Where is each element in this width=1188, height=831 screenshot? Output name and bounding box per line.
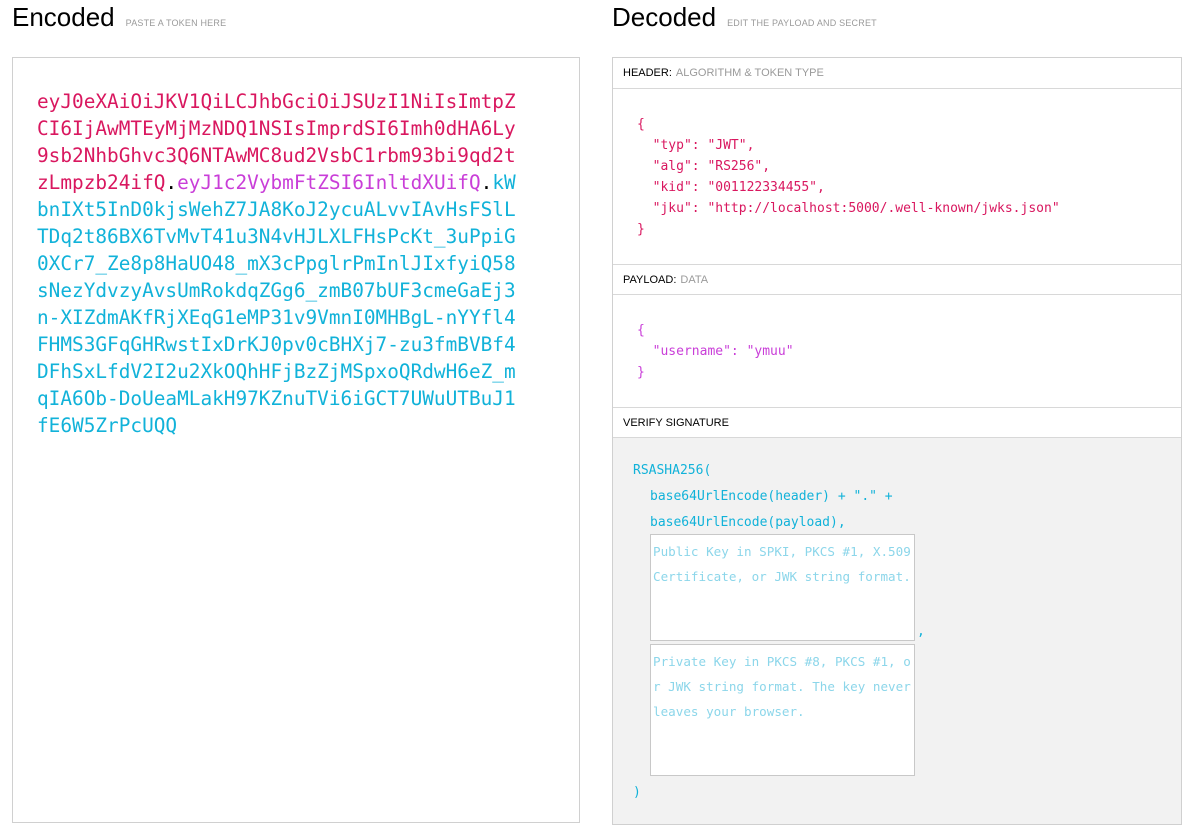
- public-key-input[interactable]: Public Key in SPKI, PKCS #1, X.509 Certi…: [650, 534, 915, 641]
- encoded-title-row: Encoded PASTE A TOKEN HERE: [12, 0, 226, 34]
- verify-payload-line: base64UrlEncode(payload),: [650, 515, 846, 530]
- token-dot: .: [165, 171, 178, 194]
- decoded-title: Decoded: [612, 2, 717, 32]
- payload-label: PAYLOAD:: [623, 274, 677, 286]
- header-sublabel: ALGORITHM & TOKEN TYPE: [675, 67, 824, 79]
- verify-close-paren: ): [633, 785, 641, 800]
- verify-signature-area: RSASHA256( base64UrlEncode(header) + "."…: [613, 438, 1181, 824]
- verify-header-line: base64UrlEncode(header) + "." +: [650, 489, 893, 504]
- payload-json-editor[interactable]: { "username": "ymuu" }: [637, 320, 794, 383]
- header-json-editor[interactable]: { "typ": "JWT", "alg": "RS256", "kid": "…: [637, 114, 1060, 240]
- verify-comma: ,: [917, 624, 925, 639]
- header-label: HEADER:: [623, 67, 672, 79]
- decoded-subtitle: EDIT THE PAYLOAD AND SECRET: [727, 18, 877, 28]
- encoded-title: Encoded: [12, 2, 115, 32]
- token-payload-part: eyJ1c2VybmFtZSI6InltdXUifQ: [177, 171, 481, 194]
- decoded-panel: HEADER: ALGORITHM & TOKEN TYPE { "typ": "…: [612, 57, 1182, 825]
- verify-label: VERIFY SIGNATURE: [623, 417, 729, 429]
- encoded-token-editor[interactable]: eyJ0eXAiOiJKV1QiLCJhbGciOiJSUzI1NiIsImtp…: [12, 57, 580, 823]
- encoded-subtitle: PASTE A TOKEN HERE: [125, 18, 227, 28]
- header-section-heading: HEADER: ALGORITHM & TOKEN TYPE: [613, 58, 1181, 89]
- decoded-title-row: Decoded EDIT THE PAYLOAD AND SECRET: [612, 0, 877, 34]
- verify-algorithm-line: RSASHA256(: [633, 463, 712, 478]
- token-dot: .: [480, 171, 493, 194]
- token-signature-part: kWbnIXt5InD0kjsWehZ7JA8KoJ2ycuALvvIAvHsF…: [37, 171, 516, 437]
- payload-section-heading: PAYLOAD: DATA: [613, 264, 1181, 295]
- private-key-input[interactable]: Private Key in PKCS #8, PKCS #1, or JWK …: [650, 644, 915, 776]
- token-text[interactable]: eyJ0eXAiOiJKV1QiLCJhbGciOiJSUzI1NiIsImtp…: [37, 88, 517, 439]
- payload-sublabel: DATA: [680, 274, 709, 286]
- verify-section-heading: VERIFY SIGNATURE: [613, 407, 1181, 438]
